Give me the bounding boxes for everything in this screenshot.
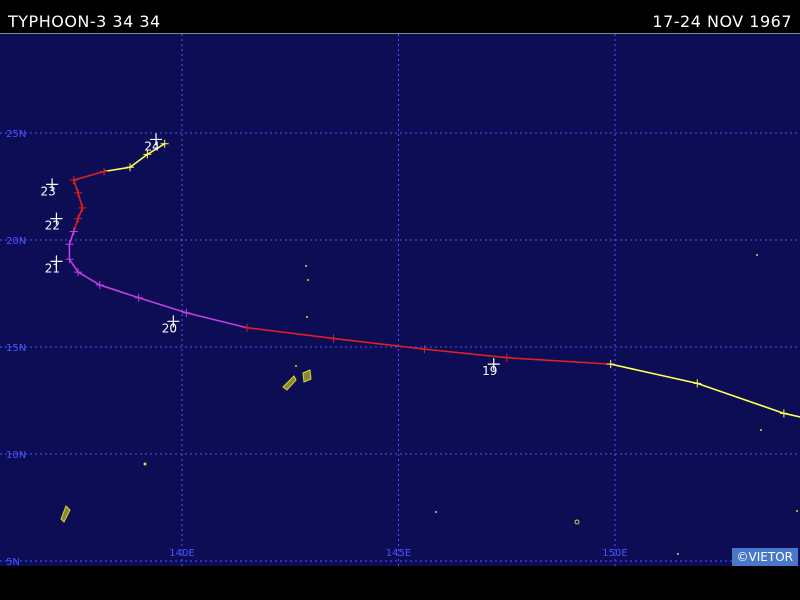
track-point: [69, 176, 78, 185]
track-segment: [424, 348, 507, 359]
day-label: 19: [482, 364, 497, 378]
track-map: 135E140E145E150E155E160E165E 25N20N15N10…: [0, 33, 800, 568]
track-point: [95, 280, 104, 289]
lon-label: 145E: [386, 548, 411, 559]
track-segment: [138, 297, 187, 314]
track-segment: [697, 382, 785, 415]
header-bar: TYPHOON-3 34 34 17-24 NOV 1967: [0, 0, 800, 33]
track-segment: [186, 311, 248, 329]
track-segment: [246, 326, 334, 340]
track-point: [78, 203, 87, 212]
track-point: [420, 345, 429, 354]
track-point: [100, 167, 109, 176]
track-segment: [77, 207, 84, 219]
track-segment: [68, 231, 75, 245]
day-labels: 18192021222324: [40, 133, 500, 378]
track-segment: [99, 284, 139, 299]
islet: [756, 254, 758, 256]
day-label: 22: [45, 219, 60, 233]
lat-label: 10N: [6, 450, 26, 461]
map-canvas: 135E140E145E150E155E160E165E 25N20N15N10…: [0, 34, 800, 568]
track-segment: [333, 337, 425, 350]
islet: [760, 429, 762, 431]
track-segment: [610, 363, 698, 385]
lat-label: 25N: [6, 129, 26, 140]
track-point: [74, 188, 83, 197]
islet: [677, 553, 679, 555]
lon-label: 150E: [602, 548, 627, 559]
lat-label: 20N: [6, 236, 26, 247]
islet: [307, 279, 309, 281]
track-segment: [72, 179, 79, 194]
track-segment: [506, 356, 611, 365]
latitude-labels: 25N20N15N10N5N: [6, 129, 26, 568]
islet: [143, 462, 147, 466]
islet: [305, 265, 307, 267]
track-segment: [129, 153, 148, 168]
track-segment: [72, 218, 79, 232]
track-segment: [68, 258, 79, 273]
track-point: [74, 214, 83, 223]
track-point: [65, 240, 74, 249]
storm-title: TYPHOON-3 34 34: [8, 12, 161, 31]
track-segment: [77, 271, 101, 286]
track-point: [134, 293, 143, 302]
track-point: [502, 353, 511, 362]
date-range: 17-24 NOV 1967: [652, 12, 792, 31]
track-point: [606, 360, 615, 369]
track-point: [242, 323, 251, 332]
track-point: [693, 379, 702, 388]
storm-track: [65, 139, 800, 418]
track-point: [160, 139, 169, 148]
island-guam: [302, 369, 312, 383]
track-segment: [73, 170, 105, 181]
track-point: [182, 308, 191, 317]
lon-label: 140E: [169, 548, 194, 559]
islet: [435, 511, 437, 513]
lat-label: 15N: [6, 343, 26, 354]
track-segment: [783, 412, 800, 418]
islands: [60, 254, 798, 555]
track-segment: [103, 166, 131, 173]
islet: [306, 316, 308, 318]
islet: [574, 519, 580, 525]
longitude-labels: 135E140E145E150E155E160E165E: [169, 548, 627, 559]
track-point: [329, 334, 338, 343]
day-label: 21: [45, 261, 60, 275]
day-label: 24: [144, 139, 159, 153]
lat-lon-grid: [0, 34, 800, 567]
credit-badge: ©VIETOR: [731, 548, 798, 566]
islet: [796, 510, 798, 512]
islet: [295, 365, 297, 367]
track-segment: [77, 192, 84, 209]
island-palau: [60, 505, 71, 523]
track-point: [779, 409, 788, 418]
day-label: 23: [40, 184, 55, 198]
footer-bar: [0, 566, 800, 600]
island-yap: [282, 375, 297, 391]
day-label: 20: [162, 321, 177, 335]
track-point: [69, 227, 78, 236]
